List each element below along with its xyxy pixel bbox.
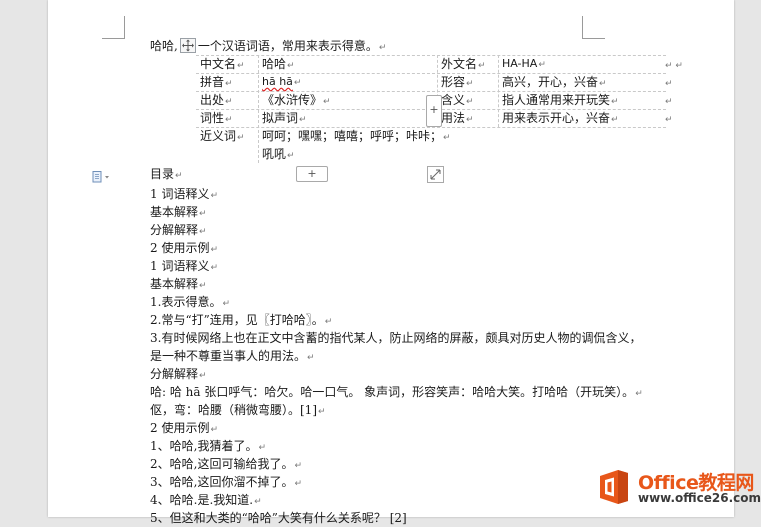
section-heading: 1 词语释义↵ — [150, 259, 218, 273]
toc-item: 基本解释↵ — [150, 205, 207, 219]
table-cell-key[interactable]: 含义↵ — [441, 91, 474, 111]
table-border — [258, 55, 259, 163]
intro-text: 一个汉语词语，常用来表示得意。 — [197, 39, 378, 53]
table-cell-value[interactable]: 拟声词↵ — [262, 109, 307, 129]
example-line: 1、哈哈,我猜着了。↵ — [150, 439, 266, 453]
paragraph: 是一种不尊重当事人的用法。↵ — [150, 349, 315, 363]
subsection-heading: 分解解释↵ — [150, 367, 207, 381]
row-end-mark: ↵ — [665, 115, 673, 125]
paragraph: 1.表示得意。↵ — [150, 295, 230, 309]
margin-corner-top-right — [582, 16, 605, 39]
example-line: 4、哈哈.是.我知道.↵ — [150, 493, 262, 507]
move-arrows-icon[interactable] — [179, 38, 196, 53]
paragraph: 3.有时候网络上也在正文中含蓄的指代某人，防止网络的屏蔽，颇具对历史人物的调侃含… — [150, 331, 642, 345]
document-icon[interactable] — [91, 168, 111, 183]
paragraph: 哈: 哈 hā 张口呼气：哈欠。哈一口气。 象声词，形容笑声：哈哈大笑。打哈哈（… — [150, 385, 643, 399]
table-cell-key[interactable]: 用法↵ — [441, 109, 474, 129]
section-heading: 2 使用示例↵ — [150, 421, 218, 435]
table-cell-value[interactable]: 高兴，开心，兴奋↵ — [502, 73, 607, 93]
intro-head: 哈哈, — [150, 39, 178, 53]
table-cell-key[interactable]: 词性↵ — [200, 109, 233, 129]
table-cell-value[interactable]: HA-HA↵ — [502, 55, 546, 74]
table-cell-key[interactable]: 出处↵ — [200, 91, 233, 111]
paragraph: 2.常与“打”连用，见〖打哈哈〗。↵ — [150, 313, 333, 327]
subsection-heading: 基本解释↵ — [150, 277, 207, 291]
office-logo-icon — [594, 467, 634, 507]
margin-corner-top-left — [102, 16, 125, 39]
table-border — [498, 55, 499, 127]
table-cell-value[interactable]: 用来表示开心，兴奋↵ — [502, 109, 619, 129]
logo-url: www.office26.com — [638, 491, 761, 505]
example-line: 2、哈哈,这回可输给我了。↵ — [150, 457, 302, 471]
table-cell-value[interactable]: 呵呵；嘿嘿；嘻嘻；呼呼；咔咔；↵ — [262, 127, 451, 147]
table-cell-value[interactable]: hā hā↵ — [262, 73, 301, 92]
add-row-button[interactable]: + — [296, 166, 328, 182]
toc-item: 分解解释↵ — [150, 223, 207, 237]
table-cell-key[interactable]: 近义词↵ — [200, 127, 245, 147]
toc-heading: 目录↵ — [150, 167, 183, 181]
office-logo: Office教程网 www.office26.com — [594, 467, 761, 513]
row-end-mark: ↵ ↵ — [665, 61, 683, 71]
table-cell-key[interactable]: 中文名↵ — [200, 55, 245, 75]
table-cell-value-cont[interactable]: 吼吼↵ — [262, 145, 295, 165]
resize-diagonal-icon[interactable] — [427, 166, 444, 183]
table-cell-value[interactable]: 《水浒传》↵ — [262, 91, 331, 111]
add-column-button[interactable]: + — [426, 95, 442, 127]
intro-line: 哈哈, 一个汉语词语，常用来表示得意。↵ — [150, 38, 387, 53]
paragraph: 伛，弯：哈腰（稍微弯腰）。[1]↵ — [150, 403, 326, 417]
table-cell-key[interactable]: 外文名↵ — [441, 55, 486, 75]
toc-item: 1 词语释义↵ — [150, 187, 218, 201]
example-line: 3、哈哈,这回你溜不掉了。↵ — [150, 475, 302, 489]
toc-item: 2 使用示例↵ — [150, 241, 218, 255]
example-line: 5、但这和大类的“哈哈”大笑有什么关系呢？ [2] — [150, 511, 407, 525]
table-cell-value[interactable]: 哈哈↵ — [262, 55, 295, 75]
row-end-mark: ↵ — [665, 79, 673, 89]
table-cell-key[interactable]: 拼音↵ — [200, 73, 233, 93]
table-cell-key[interactable]: 形容↵ — [441, 73, 474, 93]
row-end-mark: ↵ — [665, 97, 673, 107]
table-cell-value[interactable]: 指人通常用来开玩笑↵ — [502, 91, 619, 111]
